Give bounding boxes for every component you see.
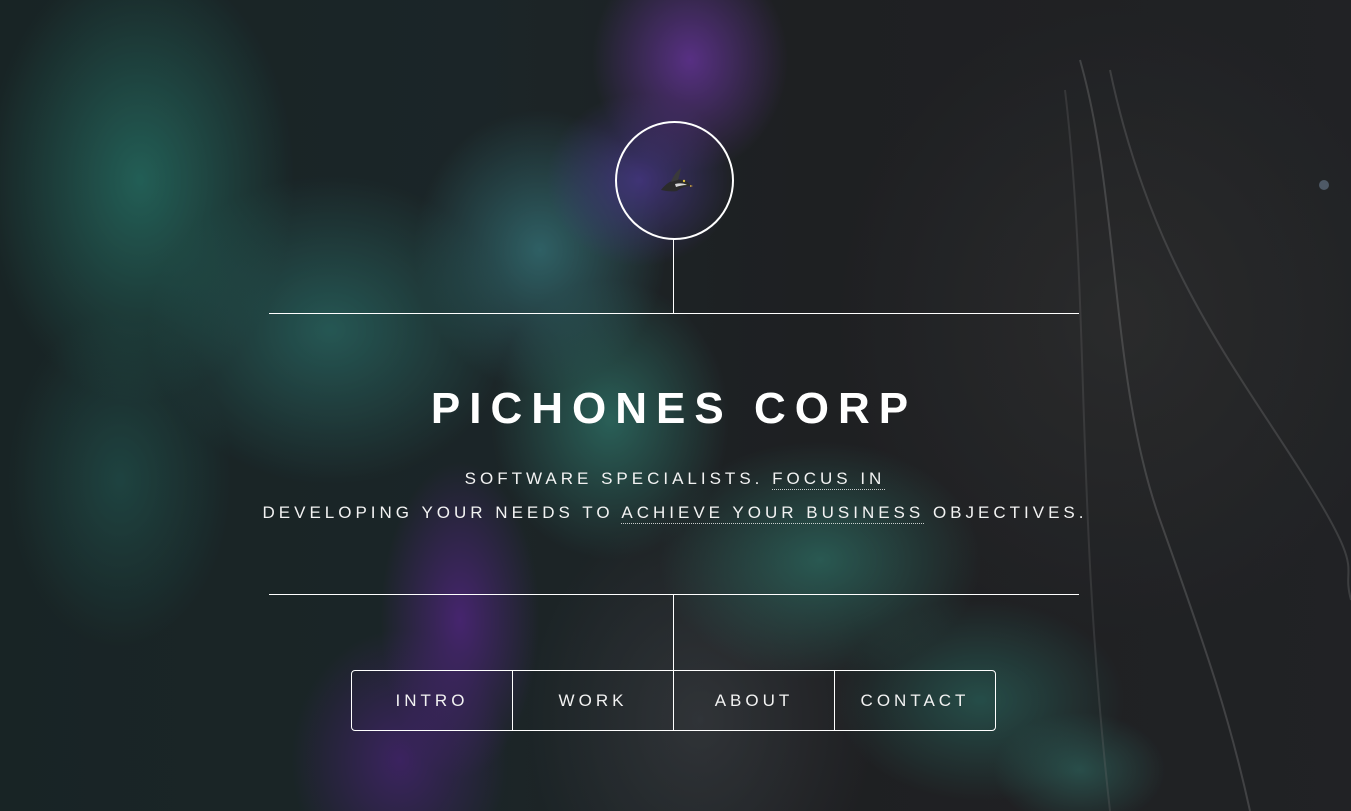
landing-page: PICHONES CORP SOFTWARE SPECIALISTS. FOCU… — [0, 0, 1351, 811]
divider-top — [269, 313, 1079, 314]
nav-item-about[interactable]: ABOUT — [673, 671, 834, 730]
divider-bottom — [269, 594, 1079, 595]
page-title: PICHONES CORP — [430, 384, 918, 433]
nav-item-work[interactable]: WORK — [512, 671, 673, 730]
hero-content: PICHONES CORP SOFTWARE SPECIALISTS. FOCU… — [0, 0, 1351, 811]
nav-item-contact[interactable]: CONTACT — [834, 671, 995, 730]
logo-circle — [615, 121, 734, 240]
tagline-text: SOFTWARE SPECIALISTS. — [464, 469, 773, 488]
tagline-text: DEVELOPING YOUR NEEDS TO — [262, 503, 622, 522]
tagline-line-2: DEVELOPING YOUR NEEDS TO ACHIEVE YOUR BU… — [200, 501, 1150, 525]
tagline-link-business[interactable]: ACHIEVE YOUR BUSINESS — [621, 503, 925, 524]
connector-line-top — [673, 239, 674, 313]
tagline-text: OBJECTIVES. — [924, 503, 1088, 522]
main-nav: INTRO WORK ABOUT CONTACT — [351, 670, 996, 731]
tagline-link-focus[interactable]: FOCUS IN — [772, 469, 886, 490]
bird-icon — [660, 167, 693, 191]
connector-line-bottom — [673, 595, 674, 670]
tagline-line-1: SOFTWARE SPECIALISTS. FOCUS IN — [200, 467, 1150, 491]
nav-item-intro[interactable]: INTRO — [352, 671, 512, 730]
